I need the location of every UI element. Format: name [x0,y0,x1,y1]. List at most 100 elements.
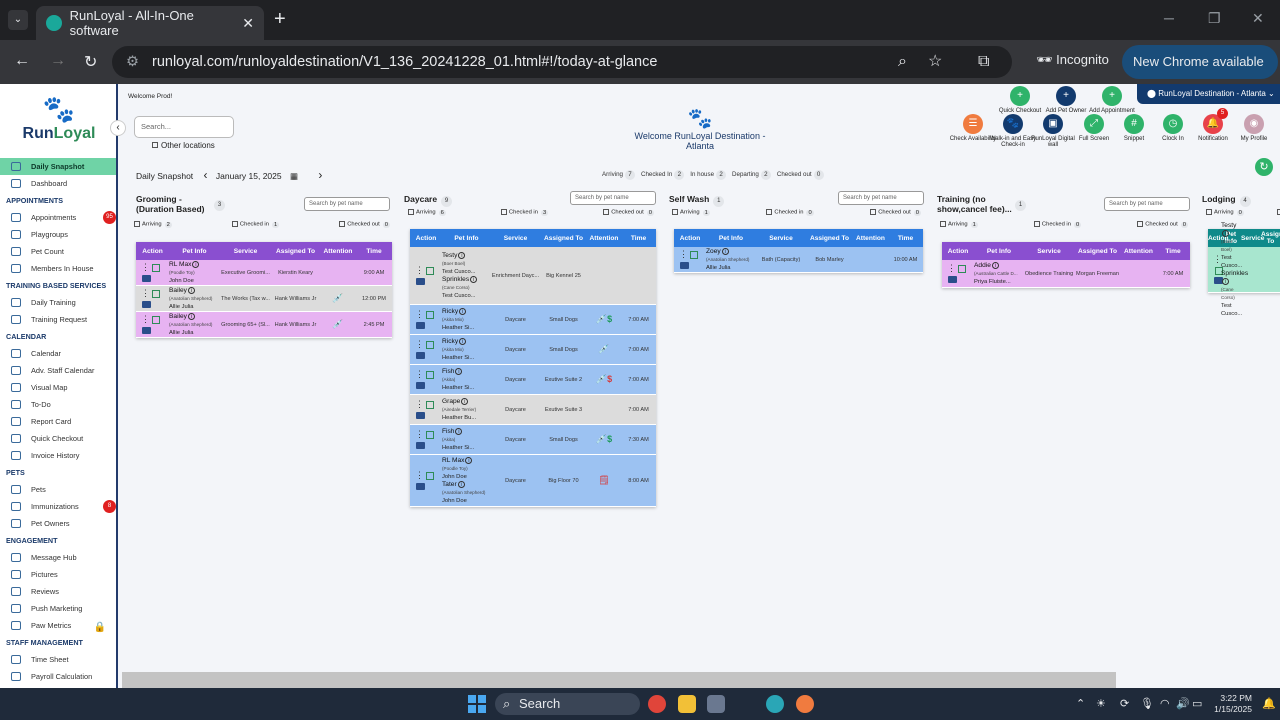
checkin-bus-icon[interactable] [680,262,689,270]
pet-name[interactable]: Testy [1221,222,1236,229]
pet-owner[interactable]: Test Cusco... [1221,302,1242,318]
checkin-bus-icon[interactable] [416,412,425,420]
volume-icon[interactable]: 🔊 [1176,697,1190,710]
sidebar-item-daily-training[interactable]: Daily Training [0,294,116,311]
new-tab-button[interactable]: + [274,8,286,31]
column-training-no-show-cancel-fee-search-input[interactable]: Search by pet name [1104,197,1190,211]
more-actions-icon[interactable]: ⋮ [415,399,424,409]
cart-icon[interactable] [426,400,434,409]
sidebar-item-invoice-history[interactable]: Invoice History [0,447,116,464]
sidebar-item-adv-staff-calendar[interactable]: Adv. Staff Calendar [0,362,116,379]
more-actions-icon[interactable]: ⋮ [947,263,956,273]
file-explorer-icon[interactable] [678,695,696,713]
pet-name[interactable]: Bailey [169,287,187,294]
column-self-wash-search-input[interactable]: Search by pet name [838,191,924,205]
sidebar-item-reviews[interactable]: Reviews [0,583,116,600]
pet-owner[interactable]: Heather Bu... [442,414,491,422]
column-grooming-duration-based-filter-checked-out[interactable]: Checked out 0 [339,221,390,228]
dollar-icon[interactable]: $ [607,314,612,324]
syringe-icon[interactable]: 💉 [596,314,607,324]
sidebar-item-report-card[interactable]: Report Card [0,413,116,430]
sidebar-item-push-marketing[interactable]: Push Marketing [0,600,116,617]
snapshot-date[interactable]: January 15, 2025 [216,171,282,181]
sidebar-item-pictures[interactable]: Pictures [0,566,116,583]
table-row[interactable]: ⋮ Addie i (Australian Cattle D... Priya Flui… [942,260,1190,288]
info-icon[interactable]: i [470,275,478,283]
table-row[interactable]: ⋮ Grape i (Airedale Terrier) Heather Bu... Da… [410,395,656,425]
checkin-bus-icon[interactable] [416,322,425,330]
more-actions-icon[interactable]: ⋮ [415,265,424,275]
checkbox[interactable] [766,209,773,215]
sidebar-item-training-request[interactable]: Training Request [0,311,116,328]
checkin-bus-icon[interactable] [416,483,425,491]
checkbox[interactable] [134,221,140,227]
dollar-icon[interactable]: $ [607,374,612,384]
other-locations-checkbox[interactable]: Other locations [152,141,215,150]
sidebar-item-to-do[interactable]: To-Do [0,396,116,413]
pet-name[interactable]: Fish [442,428,454,435]
cart-icon[interactable] [690,250,698,259]
extensions-icon[interactable]: ⧉ [978,46,989,78]
sidebar-item-dashboard[interactable]: Dashboard [0,175,116,192]
more-actions-icon[interactable]: ⋮ [415,339,424,349]
sidebar-item-appointments[interactable]: Appointments 95 [0,209,116,226]
wifi-icon[interactable]: ◠ [1160,697,1170,710]
pet-name[interactable]: Tater [442,481,457,488]
more-actions-icon[interactable]: ⋮ [141,288,150,298]
sidebar-item-pets[interactable]: Pets [0,481,116,498]
column-daycare-filter-arriving[interactable]: Arriving 6 [408,209,446,216]
forward-icon[interactable]: → [50,52,66,70]
cart-icon[interactable] [152,263,160,272]
syringe-icon[interactable]: 💉 [332,293,343,303]
checkbox[interactable] [1206,209,1212,215]
table-row[interactable]: ⋮ Zoey i (Anatolian Shepherd) Allie Julia Bat… [674,247,923,273]
column-daycare-search-input[interactable]: Search by pet name [570,191,656,205]
chrome-icon[interactable] [648,695,666,713]
pet-owner[interactable]: Test Cusco... [442,268,491,276]
battery-icon[interactable]: ▭ [1192,697,1202,710]
info-icon[interactable]: i [465,456,473,464]
sync-icon[interactable]: ⟳ [1120,697,1129,710]
info-icon[interactable]: i [458,251,466,259]
column-self-wash-filter-checked-in[interactable]: Checked in 0 [766,209,814,216]
site-info-icon[interactable]: ⚙ [126,46,139,78]
sidebar-item-pet-owners[interactable]: Pet Owners [0,515,116,532]
notifications-icon[interactable]: 🔔 [1262,697,1276,710]
table-row[interactable]: ⋮ RL Max i (Poodle Toy) John Doe Executive Gr… [136,260,392,286]
cart-icon[interactable] [426,310,434,319]
table-row[interactable]: ⋮ Bailey i (Anatolian Shepherd) Allie Julia G… [136,312,392,338]
taskbar-clock[interactable]: 3:22 PM 1/15/2025 [1208,693,1252,715]
syringe-icon[interactable]: 💉 [332,319,343,329]
cart-icon[interactable] [426,266,434,275]
pet-name[interactable]: Grape [442,398,460,405]
info-icon[interactable]: i [459,307,467,315]
more-actions-icon[interactable]: ⋮ [415,429,424,439]
pet-owner[interactable]: Heather Si... [442,444,491,452]
calculator-icon[interactable] [707,695,725,713]
pet-name[interactable]: Ricky [442,308,458,315]
sidebar-item-visual-map[interactable]: Visual Map [0,379,116,396]
cart-icon[interactable] [426,340,434,349]
pet-name[interactable]: RL Max [442,457,464,464]
pet-owner[interactable]: John Doe [442,497,491,505]
checkbox[interactable] [940,221,946,227]
edge-icon[interactable] [766,695,784,713]
checkin-bus-icon[interactable] [142,275,151,283]
cart-icon[interactable] [426,471,434,480]
more-actions-icon[interactable]: ⋮ [415,309,424,319]
pet-owner[interactable]: Heather Si... [442,384,491,392]
checkbox[interactable] [231,221,238,227]
pet-name[interactable]: Bailey [169,313,187,320]
checkbox[interactable] [408,209,414,215]
sidebar-item-calendar[interactable]: Calendar [0,345,116,362]
checkbox[interactable] [672,209,678,215]
cart-icon[interactable] [152,315,160,324]
pet-name[interactable]: Fish [442,368,454,375]
sidebar-item-paw-metrics[interactable]: Paw Metrics 🔒 [0,617,116,634]
sidebar-item-immunizations[interactable]: Immunizations 8 [0,498,116,515]
checkbox[interactable] [603,209,610,215]
tray-chevron-icon[interactable]: ⌃ [1076,697,1085,710]
windows-start-icon[interactable] [468,695,486,713]
sidebar-item-time-sheet[interactable]: Time Sheet [0,651,116,668]
close-window-icon[interactable]: ✕ [1252,10,1264,27]
